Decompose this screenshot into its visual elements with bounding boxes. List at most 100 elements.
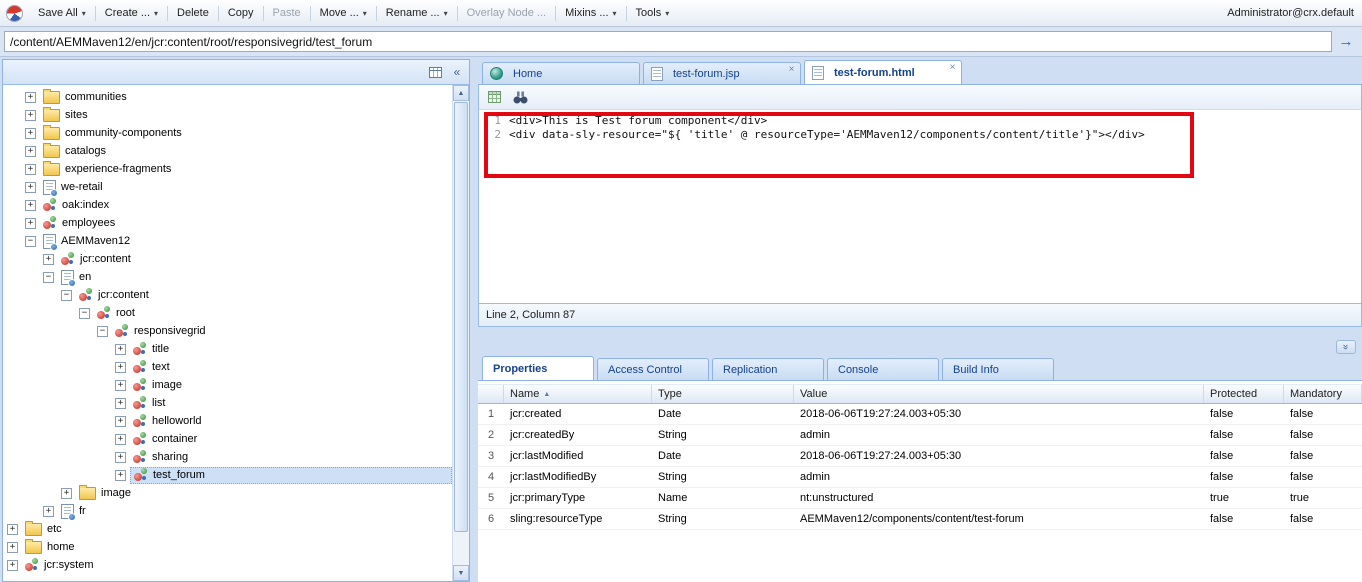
toolbar-button-create[interactable]: Create ... ▾ [98,4,165,22]
tab-properties[interactable]: Properties [482,356,594,380]
tree-node-community-components[interactable]: + community-components [3,124,452,142]
expand-node-icon[interactable]: + [7,541,18,553]
tree-node-aemmaven12[interactable]: − AEMMaven12 [3,232,452,251]
tree-node-list[interactable]: + list [3,394,452,412]
tab-replication[interactable]: Replication [712,358,824,380]
toolbar-button-mixins[interactable]: Mixins ... ▾ [558,4,623,22]
expand-node-icon[interactable]: + [25,145,36,157]
tree-node-communities[interactable]: + communities [3,88,452,106]
tab-console[interactable]: Console [827,358,939,380]
tab-access-control[interactable]: Access Control [597,358,709,380]
tree-node-helloworld[interactable]: + helloworld [3,412,452,430]
table-row[interactable]: 3 jcr:lastModified Date 2018-06-06T19:27:24… [478,446,1362,467]
tree-node-content: experience-fragments [40,160,452,178]
tree-node-responsivegrid[interactable]: − responsivegrid [3,322,452,340]
expand-node-icon[interactable]: + [115,469,126,481]
tree-node-root[interactable]: − root [3,304,452,322]
collapse-node-icon[interactable]: − [97,325,108,337]
table-row[interactable]: 6 sling:resourceType String AEMMaven12/comp… [478,509,1362,530]
expand-node-icon[interactable]: + [115,361,126,373]
expand-node-icon[interactable]: + [7,559,18,571]
tree-scrollbar[interactable]: ▲ ▼ [452,85,469,581]
tree-node-container[interactable]: + container [3,430,452,448]
tab-test-forum-html[interactable]: test-forum.html × [804,60,962,84]
tree-node-sites[interactable]: + sites [3,106,452,124]
column-header-protected[interactable]: Protected [1204,385,1284,403]
tree-node-image[interactable]: + image [3,484,452,502]
expand-node-icon[interactable]: + [115,343,126,355]
expand-node-icon[interactable]: + [115,433,126,445]
code-editor[interactable]: 1 <div>This is Test forum component</div>… [479,110,1361,303]
tree-node-test-forum[interactable]: + test_forum [3,466,452,484]
scroll-up-icon[interactable]: ▲ [453,85,469,101]
tree-node-text[interactable]: + text [3,358,452,376]
expand-node-icon[interactable]: + [25,181,36,193]
collapse-node-icon[interactable]: − [79,307,90,319]
collapse-panel-icon[interactable]: « [448,64,466,81]
vertical-splitter[interactable] [470,59,478,582]
expand-node-icon[interactable]: + [115,451,126,463]
toolbar-button-copy[interactable]: Copy [221,4,261,22]
tree-node-sharing[interactable]: + sharing [3,448,452,466]
path-input[interactable] [4,31,1332,52]
close-icon[interactable]: × [947,63,958,74]
grid-icon[interactable] [426,64,444,81]
tree-node-jcr-content[interactable]: + jcr:content [3,250,452,268]
collapse-node-icon[interactable]: − [61,289,72,301]
toolbar-button-tools[interactable]: Tools ▾ [629,4,677,22]
tab-home[interactable]: Home [482,62,640,84]
close-icon[interactable]: × [786,65,797,76]
tree-node-fr[interactable]: + fr [3,502,452,521]
expand-node-icon[interactable]: + [43,253,54,265]
toolbar-button-delete[interactable]: Delete [170,4,216,22]
toolbar-button-move[interactable]: Move ... ▾ [313,4,374,22]
scroll-down-icon[interactable]: ▼ [453,565,469,581]
column-header-name[interactable]: Name ▲ [504,385,652,403]
collapse-node-icon[interactable]: − [25,235,36,247]
table-row[interactable]: 2 jcr:createdBy String admin false false [478,425,1362,446]
expand-node-icon[interactable]: + [25,199,36,211]
tab-build-info[interactable]: Build Info [942,358,1054,380]
expand-node-icon[interactable]: + [7,523,18,535]
tree-node-catalogs[interactable]: + catalogs [3,142,452,160]
tree-node-en[interactable]: − en [3,268,452,287]
table-row[interactable]: 5 jcr:primaryType Name nt:unstructured true t… [478,488,1362,509]
tree-node-we-retail[interactable]: + we-retail [3,178,452,197]
expand-node-icon[interactable]: + [61,487,72,499]
column-header-type[interactable]: Type [652,385,794,403]
expand-node-icon[interactable]: + [115,397,126,409]
tree-node-image[interactable]: + image [3,376,452,394]
tree-node-experience-fragments[interactable]: + experience-fragments [3,160,452,178]
expand-node-icon[interactable]: + [43,505,54,517]
tree-node-jcr-system[interactable]: + jcr:system [3,556,452,574]
tree-node-home[interactable]: + home [3,538,452,556]
column-header-mandatory[interactable]: Mandatory [1284,385,1362,403]
tree-node-jcr-content[interactable]: − jcr:content [3,286,452,304]
table-row[interactable]: 4 jcr:lastModifiedBy String admin false false [478,467,1362,488]
toolbar-button-rename[interactable]: Rename ... ▾ [379,4,455,22]
go-arrow-button[interactable]: → [1334,30,1358,54]
toolbar-button-paste[interactable]: Paste [266,4,308,22]
tree-node-title[interactable]: + title [3,340,452,358]
expand-node-icon[interactable]: + [25,109,36,121]
tree-node-employees[interactable]: + employees [3,214,452,232]
expand-node-icon[interactable]: + [25,217,36,229]
collapse-node-icon[interactable]: − [43,271,54,283]
tab-test-forum-jsp[interactable]: test-forum.jsp × [643,62,801,84]
expand-node-icon[interactable]: + [25,91,36,103]
table-row[interactable]: 1 jcr:created Date 2018-06-06T19:27:24.003+… [478,404,1362,425]
toolbar-button-overlay-node[interactable]: Overlay Node ... [460,4,553,22]
expand-node-icon[interactable]: + [115,379,126,391]
tree-node-etc[interactable]: + etc [3,520,452,538]
search-icon[interactable] [511,88,529,106]
expand-node-icon[interactable]: + [115,415,126,427]
grid-icon[interactable] [485,88,503,106]
tree-node-oak-index[interactable]: + oak:index [3,196,452,214]
expand-node-icon[interactable]: + [25,163,36,175]
column-header-value[interactable]: Value [794,385,1204,403]
expand-node-icon[interactable]: + [25,127,36,139]
scrollbar-thumb[interactable] [454,102,468,532]
toolbar-button-save-all[interactable]: Save All ▾ [31,4,93,22]
collapse-bottom-panel-icon[interactable]: « [1336,340,1356,354]
